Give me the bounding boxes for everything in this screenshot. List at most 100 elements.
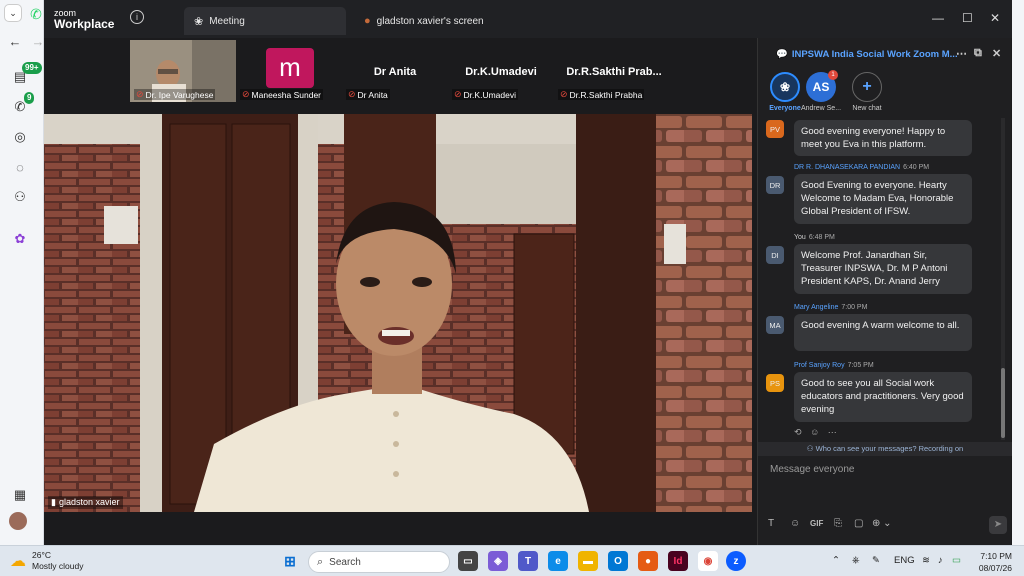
clock[interactable]: 7:10 PM 08/07/26 <box>966 550 1012 574</box>
emoji-react-icon[interactable]: ☺ <box>810 427 819 437</box>
more-actions-icon[interactable]: ⊕ ⌄ <box>872 518 892 529</box>
weather-text: 26°C Mostly cloudy <box>32 550 84 572</box>
send-button[interactable]: ➤ <box>989 516 1007 534</box>
participant-strip: ⊘ Dr. Ipe Varughese m ⊘ Maneesha Sunder Dr… <box>130 40 750 104</box>
edge-icon[interactable]: e <box>548 551 568 571</box>
chat-header: 💬 INPSWA India Social Work Zoom M... ⋯ ⧉… <box>758 38 1012 70</box>
tab-screen-share[interactable]: ● gladston xavier's screen <box>354 7 534 35</box>
clock-date: 08/07/26 <box>978 563 1012 573</box>
recipient-andrew-label: Andrew Se... <box>800 105 842 112</box>
browser-right-edge <box>1012 0 1024 545</box>
message-input[interactable]: Message everyone <box>764 458 1004 508</box>
more-icon[interactable]: ⋯ <box>828 427 837 437</box>
battery-icon[interactable]: ▭ <box>952 555 961 566</box>
search-label: Search <box>329 556 361 568</box>
file-explorer-icon[interactable]: ▬ <box>578 551 598 571</box>
back-arrow-icon[interactable]: ← <box>4 30 26 52</box>
reply-icon[interactable]: ⟲ <box>794 427 802 437</box>
logo-line2: Workplace <box>54 17 115 31</box>
scrollbar-thumb[interactable] <box>1001 368 1005 438</box>
profile-avatar[interactable] <box>9 512 27 530</box>
file-icon[interactable]: ▢ <box>854 518 863 529</box>
message-bubble: Welcome Prof. Janardhan Sir, Treasurer I… <box>794 244 972 294</box>
close-chat-icon[interactable]: ✕ <box>992 47 1001 60</box>
close-icon[interactable]: ✕ <box>990 11 1000 25</box>
desktop: ⌄ ✆ ← → ▤ 99+ ✆ 9 ◎ ◌ ⚇ ✿ ▦ zoom Workpla… <box>0 0 1024 576</box>
sender-avatar: MA <box>766 316 784 334</box>
participant-display-name: Dr.K.Umadevi <box>465 66 537 78</box>
participant-thumb[interactable]: m ⊘ Maneesha Sunder <box>236 40 342 102</box>
copilot-icon[interactable]: ◈ <box>488 551 508 571</box>
contacts-icon[interactable]: ◎ <box>9 126 31 148</box>
indesign-icon[interactable]: Id <box>668 551 688 571</box>
participant-thumb[interactable]: ⊘ Dr. Ipe Varughese <box>130 40 236 102</box>
participant-thumb[interactable]: Dr.K.Umadevi ⊘ Dr.K.Umadevi <box>448 40 554 102</box>
participant-thumb[interactable]: Dr Anita ⊘ Dr Anita <box>342 40 448 102</box>
main-video[interactable]: ▮ gladston xavier <box>44 114 752 512</box>
chevron-up-icon[interactable]: ⌃ <box>832 555 840 566</box>
message-bubble: Good to see you all Social work educator… <box>794 372 972 422</box>
new-chat-button[interactable]: + New chat <box>844 72 890 118</box>
message-bubble: Good evening A warm welcome to all. <box>794 314 972 351</box>
sender-initials: DR <box>769 180 781 190</box>
participant-name-text: Dr Anita <box>357 89 388 100</box>
teams-icon[interactable]: T <box>518 551 538 571</box>
pop-out-icon[interactable]: ⧉ <box>974 47 982 60</box>
sender-line: Prof Sanjoy Roy 7:05 PM <box>794 362 874 369</box>
emoji-icon[interactable]: ☺ <box>790 518 800 529</box>
chat-scrollbar[interactable] <box>1001 118 1005 440</box>
privacy-note-text: Who can see your messages? Recording on <box>815 444 964 453</box>
recipient-andrew[interactable]: AS 1 Andrew Se... <box>798 70 844 118</box>
more-options-icon[interactable]: ⋯ <box>956 47 967 60</box>
sender-initials: MA <box>769 320 781 330</box>
gif-button[interactable]: GIF <box>810 519 823 528</box>
outlook-icon[interactable]: O <box>608 551 628 571</box>
message-list: PV Good evening everyone! Happy to meet … <box>758 116 1004 446</box>
sender-name: DR R. DHANASEKARA PANDIAN <box>794 164 901 171</box>
participant-name: ⊘ Dr.R.Sakthi Prabha <box>558 89 645 100</box>
team-icon[interactable]: ⚇ <box>9 186 31 208</box>
sender-line: Mary Angeline 7:00 PM <box>794 304 867 311</box>
apps-icon[interactable]: ✿ <box>9 228 31 250</box>
sender-name: Mary Angeline <box>794 304 839 311</box>
zoom-app-icon[interactable]: z <box>726 551 746 571</box>
search-box[interactable]: ⌕ Search <box>308 551 450 573</box>
wifi-icon[interactable]: ≋ <box>922 555 930 566</box>
participant-name-text: Dr. Ipe Varughese <box>145 89 214 100</box>
tab-meeting[interactable]: ❀ Meeting <box>184 7 346 35</box>
plus-icon: + <box>852 72 882 102</box>
compose-toolbar: T ☺ GIF ⎘ ▢ ⊕ ⌄ ➤ <box>768 516 1008 534</box>
bluetooth-icon[interactable]: ⎈ <box>852 555 860 566</box>
text-format-icon[interactable]: T <box>768 518 774 529</box>
participant-name: ⊘ Maneesha Sunder <box>240 89 324 100</box>
gallery-icon[interactable]: ▦ <box>9 484 31 506</box>
user-avatar-icon: ● <box>364 15 371 27</box>
privacy-note[interactable]: ⚇ Who can see your messages? Recording o… <box>758 442 1012 456</box>
windows-start-icon[interactable]: ⊞ <box>280 551 300 571</box>
speaker-name-label: ▮ gladston xavier <box>48 496 123 509</box>
chat-badge: 99+ <box>22 62 42 74</box>
participant-name-text: Dr.K.Umadevi <box>463 89 516 100</box>
maximize-icon[interactable]: ☐ <box>962 11 973 25</box>
chrome-icon[interactable]: ◉ <box>698 551 718 571</box>
minimize-icon[interactable]: — <box>932 11 944 25</box>
chat-bubble-icon: 💬 <box>776 48 788 60</box>
messages-icon[interactable]: ◌ <box>9 156 31 178</box>
task-view-icon[interactable]: ▭ <box>458 551 478 571</box>
language-indicator[interactable]: ENG <box>894 555 915 566</box>
pen-icon[interactable]: ✎ <box>872 555 880 566</box>
participant-name: ⊘ Dr Anita <box>346 89 390 100</box>
participant-thumb[interactable]: Dr.R.Sakthi Prab... ⊘ Dr.R.Sakthi Prabha <box>554 40 674 102</box>
firefox-icon[interactable]: ● <box>638 551 658 571</box>
tab-menu-button[interactable]: ⌄ <box>4 4 22 22</box>
info-icon[interactable]: i <box>130 10 144 24</box>
volume-icon[interactable]: ♪ <box>938 555 943 566</box>
chat-title: INPSWA India Social Work Zoom M... <box>791 48 958 60</box>
weather-widget[interactable]: ☁ 26°C Mostly cloudy <box>10 550 84 572</box>
message-bubble: Good evening everyone! Happy to meet you… <box>794 120 972 156</box>
mic-off-icon: ⊘ <box>454 89 462 99</box>
sender-line: You 6:48 PM <box>794 234 835 241</box>
tab-meeting-label: Meeting <box>209 15 245 27</box>
screenshot-icon[interactable]: ⎘ <box>834 518 842 529</box>
sender-initials: DI <box>771 250 779 260</box>
